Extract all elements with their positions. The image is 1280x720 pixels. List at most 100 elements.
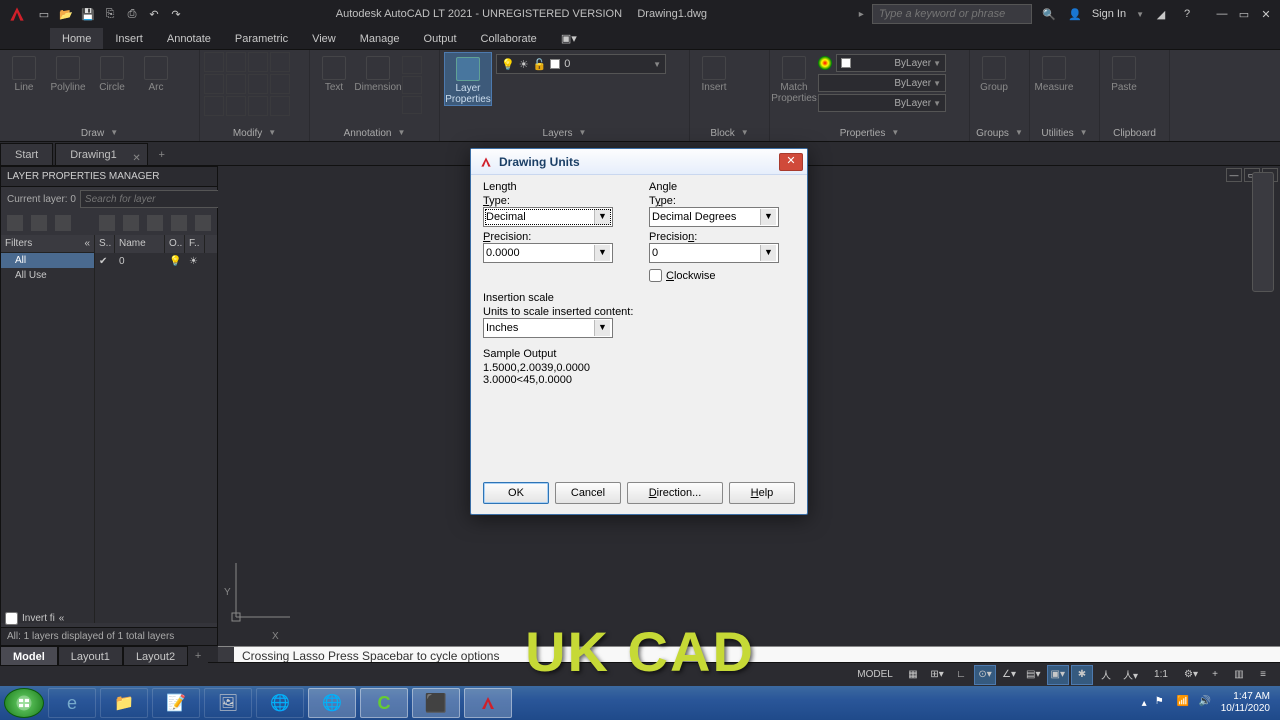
cancel-button[interactable]: Cancel	[555, 482, 621, 504]
help-search-input[interactable]	[872, 4, 1032, 24]
lpm-search-input[interactable]	[80, 190, 224, 208]
system-tray[interactable]: ▴ ⚑ 📶 🔊 1:47 AM 10/11/2020	[1142, 691, 1276, 715]
layer-dropdown[interactable]: 💡 ☀ 🔓 0 ▼	[496, 54, 666, 74]
ribbon-tab-view[interactable]: View	[300, 28, 348, 49]
measure-button[interactable]: Measure	[1034, 52, 1074, 93]
draw-circle-button[interactable]: Circle	[92, 52, 132, 93]
length-type-dropdown[interactable]: Decimal▼	[483, 207, 613, 227]
polar-toggle[interactable]: ⊙▾	[974, 665, 996, 685]
ribbon-tab-annotate[interactable]: Annotate	[155, 28, 223, 49]
tab-layout2[interactable]: Layout2	[123, 646, 188, 666]
angle-precision-dropdown[interactable]: 0▼	[649, 243, 779, 263]
direction-button[interactable]: Direction...	[627, 482, 723, 504]
lpm-filter-tree[interactable]: Filters« All All Use	[1, 235, 95, 623]
canvas-min-icon[interactable]: —	[1226, 168, 1242, 182]
qat-undo-icon[interactable]: ↶	[146, 6, 162, 22]
layer-properties-button[interactable]: Layer Properties	[444, 52, 492, 106]
osnap-toggle[interactable]: ▣▾	[1047, 665, 1069, 685]
maximize-button[interactable]: ▭	[1234, 5, 1254, 23]
help-button[interactable]: Help	[729, 482, 795, 504]
layers-expand-icon[interactable]: ▼	[579, 128, 587, 139]
isodraft-toggle[interactable]: ∠▾	[998, 665, 1020, 685]
modify-tools-grid[interactable]	[204, 52, 290, 116]
app-switcher-icon[interactable]: ◢	[1152, 5, 1170, 23]
customize-status-icon[interactable]: ≡	[1252, 665, 1274, 685]
ok-button[interactable]: OK	[483, 482, 549, 504]
filter-all-used[interactable]: All Use	[1, 268, 94, 283]
help-icon[interactable]: ?	[1178, 5, 1196, 23]
annotation-visibility-toggle[interactable]: 人	[1095, 665, 1117, 685]
ribbon-tab-insert[interactable]: Insert	[103, 28, 155, 49]
ortho-toggle[interactable]: ∟	[950, 665, 972, 685]
signin-link[interactable]: Sign In	[1092, 8, 1126, 20]
tray-network-icon[interactable]: 📶	[1177, 696, 1191, 710]
paste-button[interactable]: Paste	[1104, 52, 1144, 93]
clockwise-checkbox[interactable]: Clockwise	[649, 269, 795, 282]
ribbon-tab-parametric[interactable]: Parametric	[223, 28, 300, 49]
workspace-switcher[interactable]: ⚙▾	[1180, 665, 1202, 685]
tab-add-button[interactable]: +	[150, 145, 174, 165]
tab-model[interactable]: Model	[0, 646, 58, 666]
lpm-layer-list[interactable]: S.. Name O.. F.. ✔ 0 💡 ☀	[95, 235, 217, 623]
text-button[interactable]: Text	[314, 52, 354, 93]
lineweight-dropdown[interactable]: ByLayer▼	[818, 74, 946, 92]
linetype-dropdown[interactable]: ByLayer▼	[818, 94, 946, 112]
grid-toggle[interactable]: ▦	[902, 665, 924, 685]
signin-dropdown-icon[interactable]: ▼	[1136, 10, 1144, 19]
insertion-units-dropdown[interactable]: Inches▼	[483, 318, 613, 338]
qat-save-icon[interactable]: 💾	[80, 6, 96, 22]
angle-type-dropdown[interactable]: Decimal Degrees▼	[649, 207, 779, 227]
col-status[interactable]: S..	[95, 235, 115, 253]
close-window-button[interactable]: ✕	[1256, 5, 1276, 23]
ribbon-tab-output[interactable]: Output	[412, 28, 469, 49]
ribbon-tab-collaborate[interactable]: Collaborate	[469, 28, 549, 49]
lock-ui-toggle[interactable]: ▥	[1228, 665, 1250, 685]
tray-flag-icon[interactable]: ⚑	[1155, 696, 1169, 710]
annotation-expand-icon[interactable]: ▼	[397, 128, 405, 139]
modify-expand-icon[interactable]: ▼	[268, 128, 276, 139]
autoconstrain-toggle[interactable]: ▤▾	[1022, 665, 1044, 685]
nav-bar[interactable]	[1252, 172, 1274, 292]
draw-arc-button[interactable]: Arc	[136, 52, 176, 93]
group-button[interactable]: Group	[974, 52, 1014, 93]
layout-add-button[interactable]: +	[188, 646, 208, 666]
taskbar-explorer[interactable]: 📁	[100, 688, 148, 718]
taskbar-chrome-2[interactable]: 🌐	[308, 688, 356, 718]
collapse-tree-icon[interactable]: «	[84, 235, 90, 252]
tab-drawing1[interactable]: Drawing1✕	[55, 143, 147, 165]
taskbar-autocad[interactable]	[464, 688, 512, 718]
start-button[interactable]	[4, 688, 44, 718]
layer-tool-row-2[interactable]	[496, 98, 666, 114]
col-freeze[interactable]: F..	[185, 235, 205, 253]
properties-expand-icon[interactable]: ▼	[891, 128, 899, 139]
layer-tool-row-1[interactable]	[496, 78, 666, 94]
qat-new-icon[interactable]: ▭	[36, 6, 52, 22]
lpm-settings-icon[interactable]	[195, 215, 211, 231]
view-scale[interactable]: 1:1	[1144, 665, 1178, 685]
ribbon-tab-extra-icon[interactable]: ▣▾	[549, 28, 589, 49]
insert-block-button[interactable]: Insert	[694, 52, 734, 93]
tray-clock[interactable]: 1:47 AM 10/11/2020	[1221, 691, 1270, 715]
qat-saveas-icon[interactable]: ⎘	[102, 6, 118, 22]
tab-layout1[interactable]: Layout1	[58, 646, 123, 666]
taskbar-notes[interactable]: 📝	[152, 688, 200, 718]
qat-redo-icon[interactable]: ↷	[168, 6, 184, 22]
tab-start[interactable]: Start	[0, 143, 53, 165]
minimize-button[interactable]: —	[1212, 5, 1232, 23]
draw-expand-icon[interactable]: ▼	[110, 128, 118, 139]
layer-row-0[interactable]: ✔ 0 💡 ☀	[95, 253, 217, 271]
taskbar-photos[interactable]: 🖼	[204, 688, 252, 718]
tray-volume-icon[interactable]: 🔊	[1199, 696, 1213, 710]
length-precision-dropdown[interactable]: 0.0000▼	[483, 243, 613, 263]
tray-up-icon[interactable]: ▴	[1142, 698, 1147, 709]
dialog-close-button[interactable]: ✕	[779, 153, 803, 171]
draw-polyline-button[interactable]: Polyline	[48, 52, 88, 93]
dimension-button[interactable]: Dimension	[358, 52, 398, 93]
match-properties-button[interactable]: Match Properties	[774, 52, 814, 104]
monitor-toggle[interactable]: +	[1204, 665, 1226, 685]
taskbar-camtasia[interactable]: C	[360, 688, 408, 718]
taskbar-ie[interactable]: e	[48, 688, 96, 718]
dialog-titlebar[interactable]: Drawing Units ✕	[471, 149, 807, 175]
annotation-scale-toggle[interactable]: ✱	[1071, 665, 1093, 685]
user-icon[interactable]: 👤	[1066, 5, 1084, 23]
